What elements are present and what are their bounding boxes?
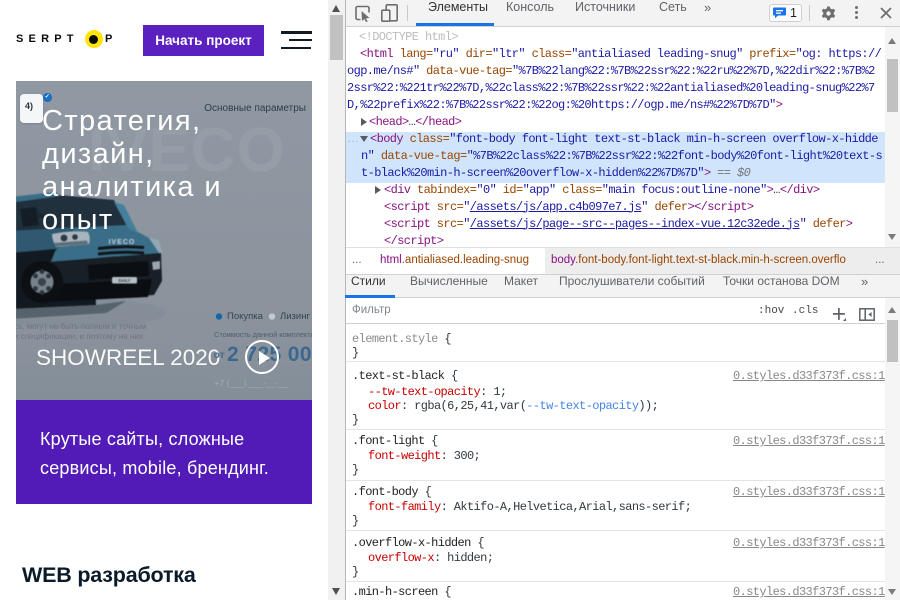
svg-text:IVECO: IVECO [109, 239, 136, 246]
svg-text:DAILY: DAILY [118, 278, 130, 283]
